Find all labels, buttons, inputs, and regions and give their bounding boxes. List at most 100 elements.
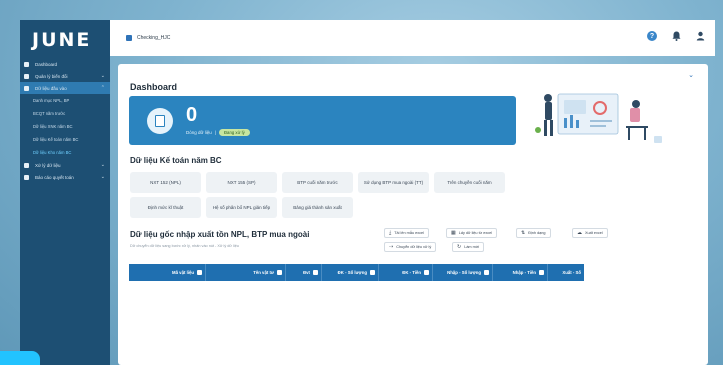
- action-label: Tải lên mẫu excel: [394, 231, 424, 235]
- download-icon: ⤓: [389, 230, 392, 236]
- column-header-dk-so-luong[interactable]: ĐK - Số lượng: [322, 264, 379, 281]
- summary-banner: 0 Dòng dữ liệu | Đang xử lý: [129, 96, 516, 145]
- column-header-dk-tien[interactable]: ĐK - Tiền: [379, 264, 433, 281]
- column-label: ĐK - Số lượng: [337, 270, 367, 275]
- report-button-btp-cuoi-nam[interactable]: BTP cuối năm trước: [282, 172, 353, 193]
- status-badge: Đang xử lý: [218, 129, 250, 136]
- chevron-down-icon: ⌄: [100, 73, 105, 79]
- folder-icon: [24, 85, 29, 91]
- table-icon: ▦: [451, 230, 456, 236]
- upload-template-button[interactable]: ⤓ Tải lên mẫu excel: [384, 228, 429, 238]
- column-label: Đvt: [303, 270, 310, 275]
- sidebar-subitem-kho[interactable]: Dữ liệu Kho năm BC: [20, 146, 110, 159]
- workspace-icon: [126, 35, 132, 41]
- refresh-icon: ↻: [457, 244, 462, 250]
- action-label: Xuất excel: [585, 231, 603, 235]
- arrow-icon: ⇢: [389, 244, 394, 250]
- help-icon[interactable]: ?: [647, 31, 657, 41]
- sidebar-item-dashboard[interactable]: Dashboard: [20, 58, 110, 70]
- chevron-down-icon: ⌄: [100, 162, 105, 168]
- cloud-icon: ☁: [577, 230, 582, 236]
- report-button-he-so[interactable]: Hệ số phân bổ NPL giản tiếp: [206, 197, 277, 218]
- filter-icon[interactable]: [539, 270, 544, 275]
- import-excel-button[interactable]: ▦ Lấy dữ liệu từ excel: [446, 228, 498, 238]
- report-button-bang-gia[interactable]: Bảng giá thành sản xuất: [282, 197, 353, 218]
- column-header-nhap-so-luong[interactable]: Nhập - Số lượng: [433, 264, 493, 281]
- report-button-nxt152[interactable]: NXT 152 (NPL): [130, 172, 201, 193]
- sidebar-nav: Dashboard Quản lý biến đổi ⌄ Dữ liệu đầu…: [20, 58, 110, 183]
- user-icon[interactable]: [695, 31, 705, 41]
- column-header-ma-vat-lieu[interactable]: Mã vật liệu: [129, 264, 206, 281]
- sidebar-item-quan-ly[interactable]: Quản lý biến đổi ⌄: [20, 70, 110, 82]
- column-header-ten-vat-tu[interactable]: Tên vật tư: [206, 264, 286, 281]
- sidebar-item-label: Xử lý dữ liệu: [35, 162, 61, 168]
- column-header-dvt[interactable]: Đvt: [286, 264, 322, 281]
- sidebar: JUNE Dashboard Quản lý biến đổi ⌄ Dữ liệ…: [0, 20, 110, 365]
- action-label: Chuyển dữ liệu xử lý: [396, 245, 432, 249]
- action-label: Định dạng: [528, 231, 546, 235]
- bell-icon[interactable]: [671, 31, 681, 41]
- action-label: Làm mới: [464, 245, 480, 249]
- sidebar-corner-badge: [0, 351, 40, 365]
- sidebar-item-label: Dashboard: [35, 61, 58, 67]
- app-logo[interactable]: JUNE: [32, 29, 91, 51]
- main-content: ⌄ Dashboard 0 Dòng dữ liệu | Đang xử lý …: [118, 64, 708, 365]
- format-button[interactable]: ⇅ Định dạng: [516, 228, 551, 238]
- separator: |: [214, 130, 216, 135]
- sidebar-subitem-xnk[interactable]: Dữ liệu XNK năm BC: [20, 120, 110, 133]
- banner-label: Dòng dữ liệu | Đang xử lý: [186, 129, 250, 136]
- inventory-section-title: Dữ liệu gốc nhập xuất tồn NPL, BTP mua n…: [130, 230, 310, 239]
- report-button-tren-chuyen[interactable]: Trên chuyền cuối năm: [434, 172, 505, 193]
- filter-icon[interactable]: [313, 270, 318, 275]
- column-header-xuat-so[interactable]: Xuất - Số: [548, 264, 584, 281]
- workspace-tab-label: Checking_HJC: [137, 35, 171, 41]
- refresh-button[interactable]: ↻ Làm mới: [452, 242, 485, 252]
- report-icon: [24, 174, 29, 180]
- inventory-table-header: Mã vật liệu Tên vật tư Đvt ĐK - Số lượng…: [129, 264, 584, 281]
- sidebar-subitem-ke-toan[interactable]: Dữ liệu Kế toán năm BC: [20, 133, 110, 146]
- column-label: Nhập - Tiền: [512, 270, 536, 275]
- topbar: Checking_HJC ?: [110, 20, 715, 56]
- home-icon: [24, 61, 29, 67]
- dashboard-illustration: [535, 93, 662, 143]
- user-icon: [24, 73, 29, 79]
- action-label: Lấy dữ liệu từ excel: [458, 231, 493, 235]
- sidebar-subitem-bcqt[interactable]: BCQT năm trước: [20, 107, 110, 120]
- export-excel-button[interactable]: ☁ Xuất excel: [572, 228, 608, 238]
- column-label: Tên vật tư: [253, 270, 274, 275]
- move-to-processing-button[interactable]: ⇢ Chuyển dữ liệu xử lý: [384, 242, 437, 252]
- sidebar-item-label: Dữ liệu đầu vào: [35, 85, 67, 91]
- inventory-subtitle: Dữ chuyển dữ liệu sang bước xử lý, nhấn …: [130, 244, 239, 248]
- column-label: Xuất - Số: [562, 270, 581, 275]
- chevron-down-icon[interactable]: ⌄: [688, 71, 694, 79]
- topbar-icons: ?: [647, 31, 705, 41]
- document-icon: [147, 108, 173, 134]
- workspace-tab[interactable]: Checking_HJC: [126, 32, 170, 44]
- chevron-down-icon: ⌄: [100, 174, 105, 180]
- column-header-nhap-tien[interactable]: Nhập - Tiền: [493, 264, 548, 281]
- row-count-label: Dòng dữ liệu: [186, 130, 212, 135]
- filter-icon[interactable]: [424, 270, 429, 275]
- sidebar-subitem-danh-muc[interactable]: Danh mục NPL, BP: [20, 94, 110, 107]
- column-label: Nhập - Số lượng: [447, 270, 481, 275]
- filter-icon[interactable]: [197, 270, 202, 275]
- sidebar-item-bao-cao[interactable]: Báo cáo quyết toán ⌄: [20, 171, 110, 183]
- accounting-section-title: Dữ liệu Kế toán năm BC: [130, 156, 222, 165]
- process-icon: [24, 162, 29, 168]
- sidebar-item-label: Báo cáo quyết toán: [35, 174, 74, 180]
- filter-icon[interactable]: [484, 270, 489, 275]
- report-button-su-dung-btp[interactable]: Sử dụng BTP mua ngoài (TT): [358, 172, 429, 193]
- sort-icon: ⇅: [521, 230, 526, 236]
- report-button-dinh-muc[interactable]: Định mức kĩ thuật: [130, 197, 201, 218]
- column-label: ĐK - Tiền: [402, 270, 421, 275]
- sidebar-item-du-lieu-dau-vao[interactable]: Dữ liệu đầu vào ⌃: [20, 82, 110, 94]
- sidebar-item-xu-ly[interactable]: Xử lý dữ liệu ⌄: [20, 159, 110, 171]
- chevron-up-icon: ⌃: [100, 85, 105, 91]
- filter-icon[interactable]: [277, 270, 282, 275]
- sidebar-item-label: Quản lý biến đổi: [35, 73, 68, 79]
- row-count: 0: [186, 104, 198, 126]
- page-title: Dashboard: [130, 82, 178, 92]
- report-button-nxt155[interactable]: NXT 155 (SP): [206, 172, 277, 193]
- column-label: Mã vật liệu: [172, 270, 194, 275]
- filter-icon[interactable]: [370, 270, 375, 275]
